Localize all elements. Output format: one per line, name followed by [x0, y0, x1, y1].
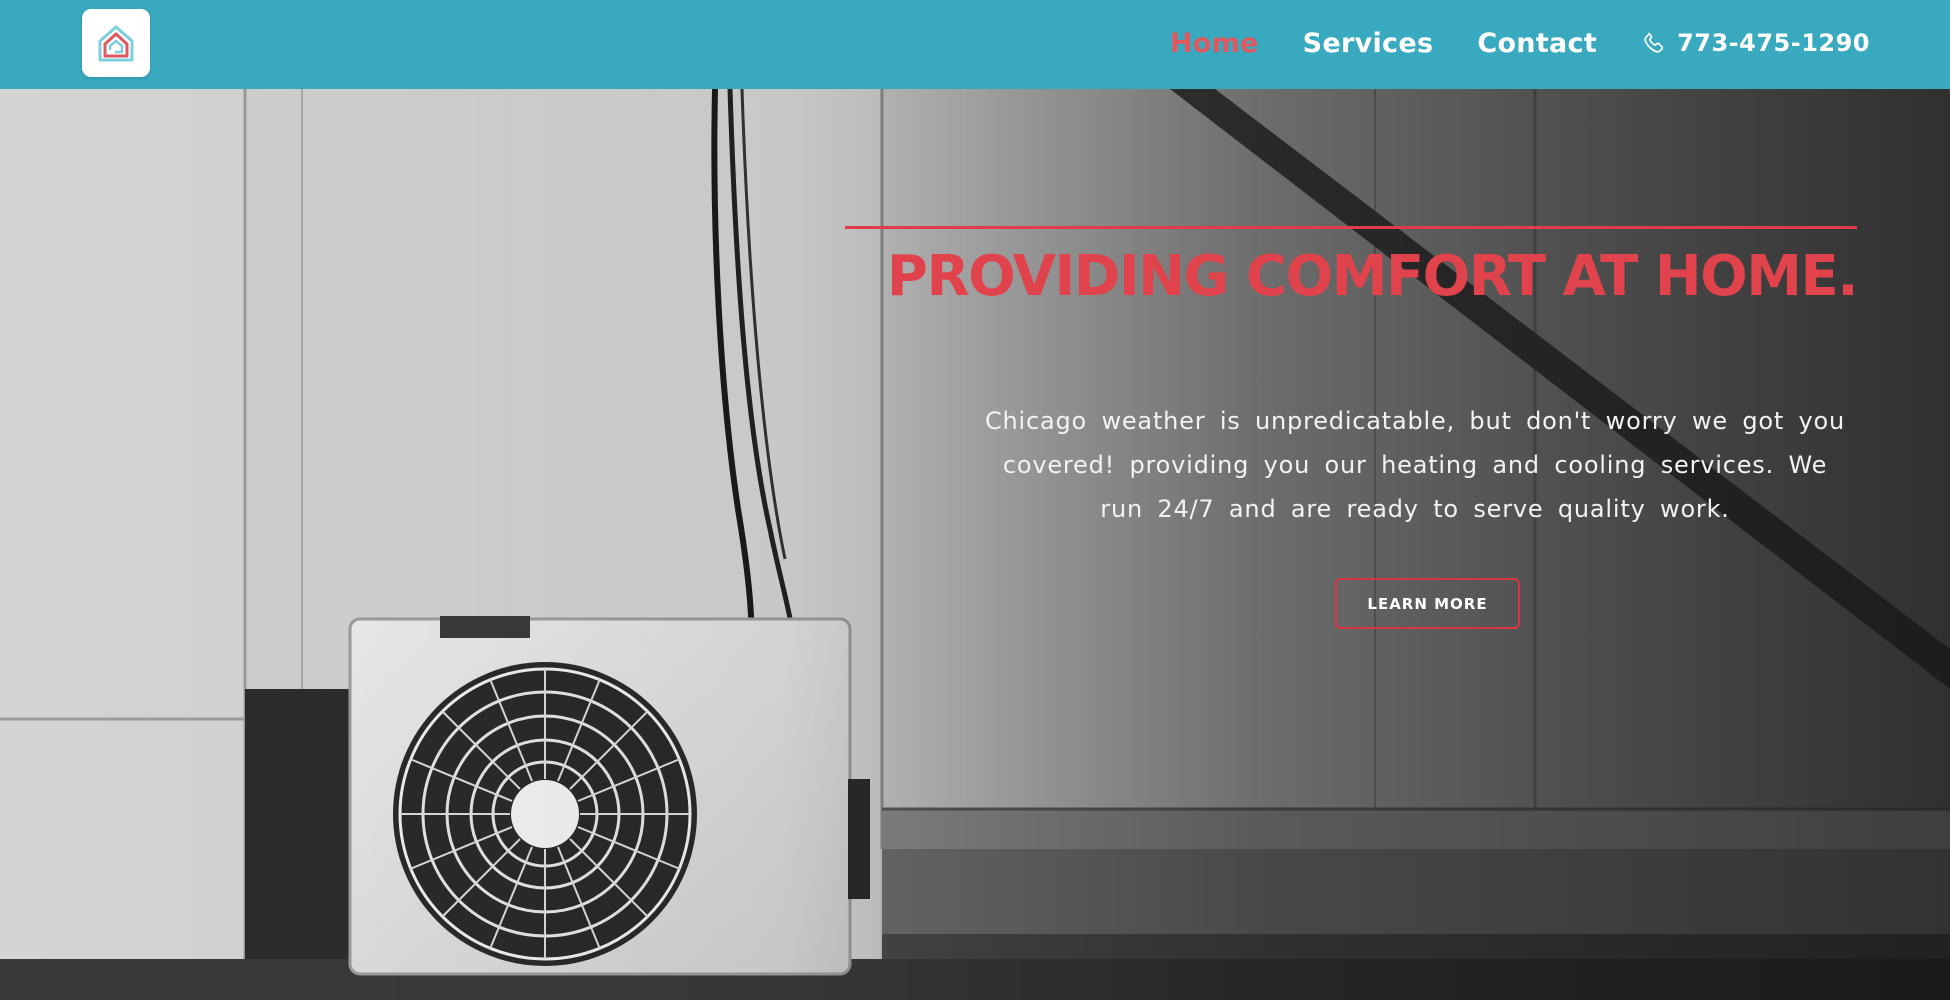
phone-link[interactable]: 773-475-1290	[1641, 29, 1870, 57]
nav-services-link[interactable]: Services	[1303, 28, 1434, 59]
phone-number: 773-475-1290	[1677, 29, 1870, 57]
nav-contact-link[interactable]: Contact	[1477, 28, 1597, 59]
site-logo[interactable]	[82, 9, 150, 77]
phone-icon	[1644, 32, 1664, 53]
hero-headline: PROVIDING COMFORT AT HOME.	[886, 244, 1859, 309]
main-nav: Home Services Contact 773-475-1290	[1170, 0, 1870, 86]
headline-divider	[845, 226, 1857, 229]
hero-tagline: Chicago weather is unpredicatable, but d…	[984, 407, 1846, 523]
house-icon	[98, 25, 134, 62]
top-navigation-bar: Home Services Contact 773-475-1290	[0, 0, 1950, 89]
hero-section: PROVIDING COMFORT AT HOME. Chicago weath…	[0, 89, 1950, 1000]
nav-home-link[interactable]: Home	[1170, 28, 1259, 59]
learn-more-button[interactable]: LEARN MORE	[1335, 578, 1520, 629]
